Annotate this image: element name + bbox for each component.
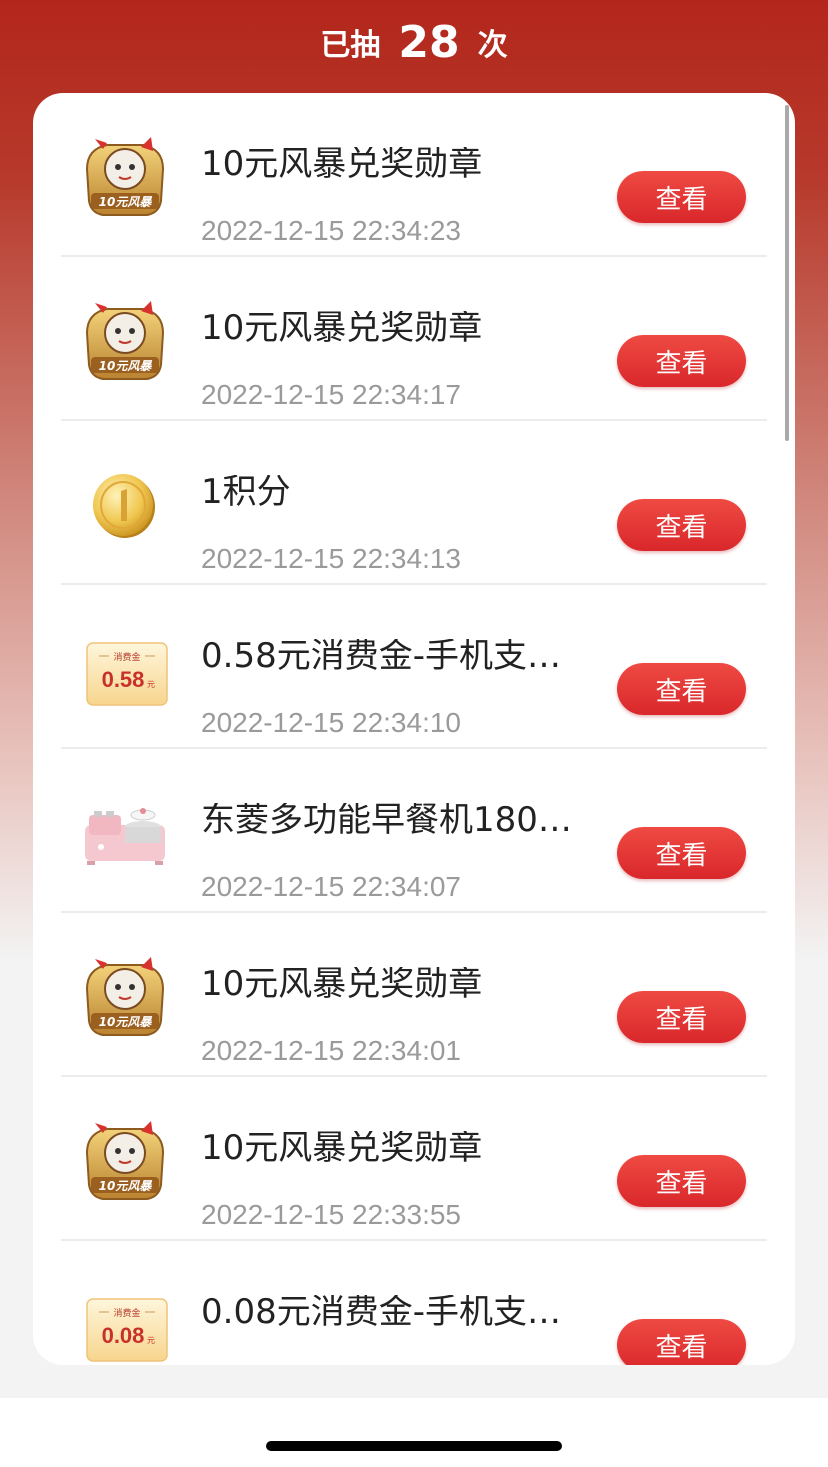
prize-title: 0.58元消费金-手机支付专享: [201, 639, 581, 673]
view-button[interactable]: 查看: [617, 171, 746, 223]
draw-count-header: 已抽 28 次: [0, 0, 828, 84]
voucher-amount: 0.58: [102, 667, 145, 692]
medal-text: 10元风暴: [99, 195, 153, 209]
prize-time: 2022-12-15 22:34:10: [201, 707, 461, 738]
prize-title: 10元风暴兑奖勋章: [201, 1131, 483, 1165]
medal-text: 10元风暴: [99, 359, 153, 373]
view-button[interactable]: 查看: [617, 335, 746, 387]
medal-text: 10元风暴: [99, 1179, 153, 1193]
list-item[interactable]: 消费金 0.58 元 0.58元消费金-手机支付专享 2022-12-15 22…: [61, 585, 767, 749]
draw-count-prefix: 已抽: [320, 28, 381, 63]
draw-count-number: 28: [398, 16, 460, 68]
coin-icon: [77, 457, 173, 553]
home-indicator[interactable]: [266, 1441, 562, 1451]
prize-title: 0.08元消费金-手机支付专享: [201, 1295, 581, 1329]
view-button[interactable]: 查看: [617, 1155, 746, 1207]
medal-icon: 10元风暴: [77, 949, 173, 1045]
list-item[interactable]: 10元风暴 10元风暴兑奖勋章 2022-12-15 22:34:17 查看: [61, 257, 767, 421]
prize-time: 2022-12-15 22:34:01: [201, 1035, 461, 1066]
prize-title: 1积分: [201, 475, 291, 509]
list-item[interactable]: 10元风暴 10元风暴兑奖勋章 2022-12-15 22:33:55 查看: [61, 1077, 767, 1241]
view-button[interactable]: 查看: [617, 827, 746, 879]
prize-title: 东菱多功能早餐机1800W: [201, 803, 581, 837]
voucher-label: 消费金: [113, 1307, 140, 1319]
voucher-icon: 消费金 0.08 元: [77, 1277, 173, 1365]
scrollbar[interactable]: [785, 105, 789, 441]
prize-time: 2022-12-15 22:34:13: [201, 543, 461, 574]
view-button[interactable]: 查看: [617, 499, 746, 551]
medal-text: 10元风暴: [99, 1015, 153, 1029]
list-item[interactable]: 10元风暴 10元风暴兑奖勋章 2022-12-15 22:34:01 查看: [61, 913, 767, 1077]
prize-title: 10元风暴兑奖勋章: [201, 967, 483, 1001]
list-item[interactable]: 1积分 2022-12-15 22:34:13 查看: [61, 421, 767, 585]
medal-icon: 10元风暴: [77, 1113, 173, 1209]
prize-record-list[interactable]: 10元风暴 10元风暴兑奖勋章 2022-12-15 22:34:23 查看 1…: [33, 93, 795, 1365]
list-item[interactable]: 消费金 0.08 元 0.08元消费金-手机支付专享 查看: [61, 1241, 767, 1365]
voucher-icon: 消费金 0.58 元: [77, 621, 173, 717]
prize-time: 2022-12-15 22:34:07: [201, 871, 461, 902]
prize-title: 10元风暴兑奖勋章: [201, 147, 483, 181]
breakfast-machine-icon: [77, 785, 173, 881]
medal-icon: 10元风暴: [77, 129, 173, 225]
view-button[interactable]: 查看: [617, 663, 746, 715]
voucher-amount: 0.08: [102, 1323, 145, 1348]
draw-count-suffix: 次: [477, 28, 508, 63]
view-button[interactable]: 查看: [617, 1319, 746, 1365]
home-indicator-area: [0, 1398, 828, 1467]
prize-time: 2022-12-15 22:33:55: [201, 1199, 461, 1230]
voucher-unit: 元: [147, 1336, 155, 1345]
prize-time: 2022-12-15 22:34:17: [201, 379, 461, 410]
prize-time: 2022-12-15 22:34:23: [201, 215, 461, 246]
voucher-unit: 元: [147, 680, 155, 689]
list-item[interactable]: 10元风暴 10元风暴兑奖勋章 2022-12-15 22:34:23 查看: [61, 93, 767, 257]
voucher-label: 消费金: [113, 651, 140, 663]
prize-title: 10元风暴兑奖勋章: [201, 311, 483, 345]
list-item[interactable]: 东菱多功能早餐机1800W 2022-12-15 22:34:07 查看: [61, 749, 767, 913]
medal-icon: 10元风暴: [77, 293, 173, 389]
view-button[interactable]: 查看: [617, 991, 746, 1043]
